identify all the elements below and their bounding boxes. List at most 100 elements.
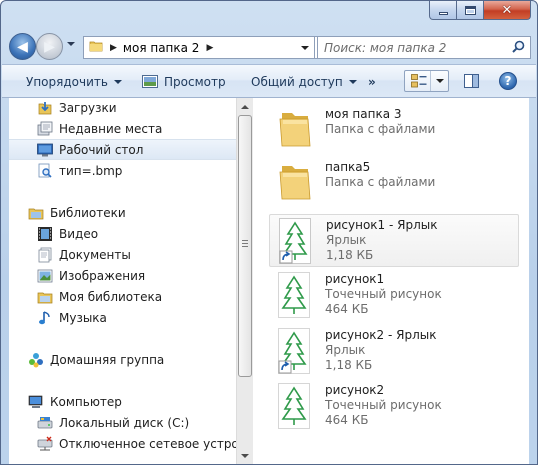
search-input[interactable] xyxy=(324,40,504,55)
file-name: моя папка 3 xyxy=(325,107,402,121)
network-drive-icon xyxy=(37,436,53,452)
nav-item-recent-places[interactable]: Недавние места xyxy=(9,118,236,139)
chevron-up-icon xyxy=(241,104,249,109)
nav-item-label: Рабочий стол xyxy=(59,142,144,157)
address-history-dropdown[interactable] xyxy=(296,37,314,58)
saved-search-icon xyxy=(37,163,53,179)
navigation-pane-scrollbar[interactable] xyxy=(236,98,253,464)
organize-button[interactable]: Упорядочить xyxy=(26,65,122,98)
chevron-down-icon xyxy=(301,45,309,50)
file-name: папка5 xyxy=(325,160,371,174)
nav-item-label: Видео xyxy=(59,226,99,241)
bitmap-shortcut-icon xyxy=(278,328,310,374)
organize-label: Упорядочить xyxy=(26,74,108,89)
breadcrumb-current[interactable]: моя папка 2 xyxy=(123,41,200,55)
nav-item-label: тип=.bmp xyxy=(59,163,123,178)
file-name: рисунок1 - Ярлык xyxy=(326,218,438,232)
list-item[interactable]: рисунок1 - Ярлык Ярлык 1,18 КБ xyxy=(269,214,519,267)
nav-item-network-drive[interactable]: Отключенное сетевое устройство xyxy=(9,433,236,454)
scroll-up-button[interactable] xyxy=(237,98,253,115)
scroll-down-button[interactable] xyxy=(237,447,253,464)
file-type: Точечный рисунок xyxy=(325,398,442,412)
command-bar: Упорядочить Просмотр Общий доступ » ? xyxy=(2,64,536,98)
maximize-icon xyxy=(464,5,476,15)
preview-pane-toggle-button[interactable] xyxy=(464,74,479,88)
downloads-icon xyxy=(37,100,53,116)
list-item[interactable]: моя папка 3 Папка с файлами xyxy=(269,104,519,157)
nav-item-label: Изображения xyxy=(59,268,146,283)
file-size: 464 КБ xyxy=(325,413,369,427)
chevron-down-icon xyxy=(348,79,357,84)
nav-item-downloads[interactable]: Загрузки xyxy=(9,98,236,118)
close-button[interactable]: ✕ xyxy=(484,1,531,20)
nav-item-saved-search[interactable]: тип=.bmp xyxy=(9,160,236,181)
grip-icon xyxy=(242,240,248,248)
nav-item-homegroup[interactable]: Домашняя группа xyxy=(9,349,236,370)
file-type: Папка с файлами xyxy=(325,175,436,189)
nav-item-libraries[interactable]: Библиотеки xyxy=(9,202,236,223)
file-type: Точечный рисунок xyxy=(325,287,442,301)
view-separator xyxy=(430,71,431,91)
more-commands-button[interactable]: » xyxy=(368,65,376,98)
chevron-down-icon[interactable] xyxy=(436,79,444,83)
navigation-bar: ◀ ▶ ▶ моя папка 2 ▶ xyxy=(9,31,531,63)
nav-item-label: Недавние места xyxy=(59,121,163,136)
nav-item-documents[interactable]: Документы xyxy=(9,244,236,265)
libraries-icon xyxy=(28,205,44,221)
recent-pages-dropdown[interactable] xyxy=(67,42,75,46)
minimize-button[interactable] xyxy=(429,1,457,20)
music-icon xyxy=(37,310,53,326)
arrow-right-icon: ▶ xyxy=(44,38,55,55)
file-type: Папка с файлами xyxy=(325,122,436,136)
minimize-icon xyxy=(438,11,448,15)
nav-item-video[interactable]: Видео xyxy=(9,223,236,244)
file-name: рисунок2 - Ярлык xyxy=(325,328,437,342)
file-list: моя папка 3 Папка с файлами папка5 Папка… xyxy=(253,98,529,464)
forward-button[interactable]: ▶ xyxy=(36,33,63,60)
library-icon xyxy=(37,289,53,305)
address-bar[interactable]: ▶ моя папка 2 ▶ xyxy=(83,36,315,59)
nav-item-computer[interactable]: Компьютер xyxy=(9,391,236,412)
search-icon[interactable] xyxy=(512,40,525,56)
recent-places-icon xyxy=(37,121,53,137)
search-box[interactable] xyxy=(317,36,531,59)
back-button[interactable]: ◀ xyxy=(9,33,36,60)
nav-item-local-disk[interactable]: Локальный диск (C:) xyxy=(9,412,236,433)
scrollbar-thumb[interactable] xyxy=(238,115,252,377)
arrow-left-icon: ◀ xyxy=(17,38,28,55)
bitmap-shortcut-icon xyxy=(279,218,311,264)
help-icon: ? xyxy=(504,74,512,88)
nav-item-desktop[interactable]: Рабочий стол xyxy=(9,139,236,160)
share-button[interactable]: Общий доступ xyxy=(251,65,357,98)
preview-label: Просмотр xyxy=(164,74,226,89)
list-item[interactable]: рисунок1 Точечный рисунок 464 КБ xyxy=(269,269,519,322)
maximize-button[interactable] xyxy=(457,1,484,20)
desktop-icon xyxy=(37,142,53,158)
preview-icon xyxy=(142,75,158,88)
breadcrumb-separator-icon[interactable]: ▶ xyxy=(206,43,213,53)
more-label: » xyxy=(368,74,376,89)
nav-item-pictures[interactable]: Изображения xyxy=(9,265,236,286)
file-name: рисунок1 xyxy=(325,272,385,286)
bitmap-icon xyxy=(278,383,310,429)
help-button[interactable]: ? xyxy=(499,72,517,90)
list-item[interactable]: рисунок2 - Ярлык Ярлык 1,18 КБ xyxy=(269,325,519,378)
content-area: Загрузки Недавние места Рабочий стол тип… xyxy=(9,98,529,464)
change-view-button[interactable] xyxy=(404,70,449,92)
nav-item-my-library[interactable]: Моя библиотека xyxy=(9,286,236,307)
nav-item-label: Компьютер xyxy=(50,394,122,409)
chevron-down-icon xyxy=(113,79,122,84)
nav-item-music[interactable]: Музыка xyxy=(9,307,236,328)
file-name: рисунок2 xyxy=(325,383,385,397)
documents-icon xyxy=(37,247,53,263)
folder-icon xyxy=(89,39,103,56)
list-item[interactable]: папка5 Папка с файлами xyxy=(269,157,519,210)
share-label: Общий доступ xyxy=(251,74,343,89)
bitmap-icon xyxy=(278,272,310,318)
list-item[interactable]: рисунок2 Точечный рисунок 464 КБ xyxy=(269,380,519,433)
breadcrumb-separator-icon[interactable]: ▶ xyxy=(110,43,117,53)
file-type: Ярлык xyxy=(326,233,367,247)
preview-button[interactable]: Просмотр xyxy=(142,65,226,98)
file-type: Ярлык xyxy=(325,343,366,357)
video-icon xyxy=(37,226,53,242)
